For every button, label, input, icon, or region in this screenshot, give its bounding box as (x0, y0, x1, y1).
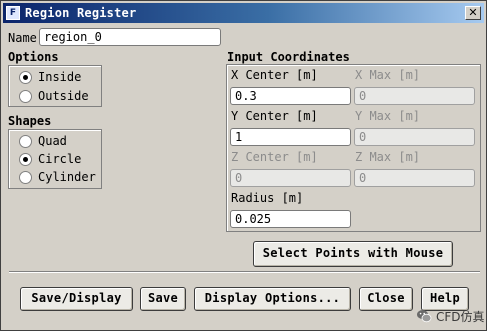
circle-radio[interactable] (19, 153, 32, 166)
title-bar[interactable]: F Region Register ✕ (3, 3, 484, 23)
window-title: Region Register (25, 6, 137, 20)
inside-radio[interactable] (19, 71, 32, 84)
z-center-input: 0 (230, 169, 351, 187)
shape-circle[interactable]: Circle (19, 151, 99, 167)
inside-label: Inside (38, 70, 82, 84)
circle-label: Circle (38, 152, 82, 166)
x-center-input[interactable]: 0.3 (230, 87, 351, 105)
option-outside[interactable]: Outside (19, 88, 99, 104)
z-max-input: 0 (354, 169, 475, 187)
watermark-text: CFD仿真 (436, 310, 485, 324)
window-close-button[interactable]: ✕ (465, 6, 481, 20)
y-max-input: 0 (354, 128, 475, 146)
shape-quad[interactable]: Quad (19, 133, 99, 149)
x-max-input: 0 (354, 87, 475, 105)
app-icon: F (6, 6, 20, 20)
watermark: CFD仿真 (416, 306, 485, 326)
quad-label: Quad (38, 134, 67, 148)
name-label: Name (8, 31, 37, 45)
save-button[interactable]: Save (140, 287, 186, 311)
region-register-dialog: F Region Register ✕ Name region_0 Option… (0, 0, 487, 331)
close-button[interactable]: Close (359, 287, 413, 311)
y-center-input[interactable]: 1 (230, 128, 351, 146)
quad-radio[interactable] (19, 135, 32, 148)
radius-input[interactable]: 0.025 (230, 210, 351, 228)
options-heading: Options (8, 50, 59, 64)
display-options-button[interactable]: Display Options... (194, 287, 351, 311)
z-center-label: Z Center [m] (231, 150, 318, 164)
z-max-label: Z Max [m] (355, 150, 421, 164)
option-inside[interactable]: Inside (19, 69, 99, 85)
wechat-icon (417, 310, 432, 323)
cylinder-label: Cylinder (38, 170, 96, 184)
shapes-group: Quad Circle Cylinder (8, 129, 102, 189)
shapes-heading: Shapes (8, 114, 52, 128)
radius-label: Radius [m] (231, 191, 304, 205)
select-points-with-mouse-button[interactable]: Select Points with Mouse (253, 241, 453, 267)
outside-radio[interactable] (19, 90, 32, 103)
options-group: Inside Outside (8, 65, 102, 107)
save-display-button[interactable]: Save/Display (20, 287, 133, 311)
outside-label: Outside (38, 89, 89, 103)
x-center-label: X Center [m] (231, 68, 318, 82)
input-coordinates-heading: Input Coordinates (227, 50, 350, 64)
separator-highlight (9, 272, 480, 273)
y-max-label: Y Max [m] (355, 109, 421, 123)
name-input[interactable]: region_0 (39, 28, 221, 46)
cylinder-radio[interactable] (19, 171, 32, 184)
shape-cylinder[interactable]: Cylinder (19, 169, 99, 185)
x-max-label: X Max [m] (355, 68, 421, 82)
y-center-label: Y Center [m] (231, 109, 318, 123)
